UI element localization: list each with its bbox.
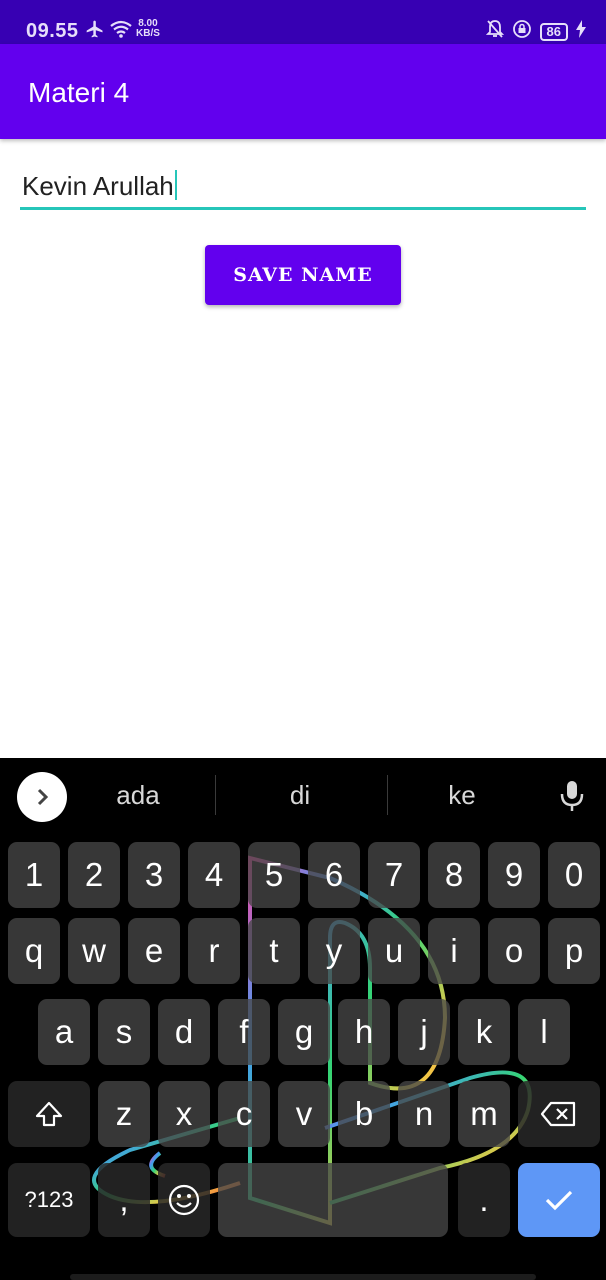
key-z[interactable]: z [98,1081,150,1147]
suggestion-strip: ada di ke [0,758,606,834]
key-p[interactable]: p [548,918,600,984]
key-c[interactable]: c [218,1081,270,1147]
suggestion-divider [215,775,216,815]
period-key[interactable]: . [458,1163,510,1237]
key-t[interactable]: t [248,918,300,984]
emoji-icon [168,1184,200,1216]
key-u[interactable]: u [368,918,420,984]
symbols-key[interactable]: ?123 [8,1163,90,1237]
key-9[interactable]: 9 [488,842,540,908]
key-a[interactable]: a [38,999,90,1065]
suggestion-divider [387,775,388,815]
status-icons: 86 [485,19,586,44]
key-g[interactable]: g [278,999,330,1065]
key-n[interactable]: n [398,1081,450,1147]
key-k[interactable]: k [458,999,510,1065]
battery-icon: 86 [539,22,568,41]
navigation-hint-bar [70,1274,536,1280]
name-input-value: Kevin Arullah [22,171,174,201]
key-3[interactable]: 3 [128,842,180,908]
key-2[interactable]: 2 [68,842,120,908]
name-input[interactable]: Kevin Arullah [20,168,586,210]
key-x[interactable]: x [158,1081,210,1147]
key-1[interactable]: 1 [8,842,60,908]
symbols-key-label: ?123 [24,1187,74,1212]
status-time: 09.55 [26,20,79,42]
soft-keyboard: ada di ke 1 2 3 4 5 6 7 8 9 0 q w e r t … [0,758,606,1280]
key-f[interactable]: f [218,999,270,1065]
key-0[interactable]: 0 [548,842,600,908]
key-6[interactable]: 6 [308,842,360,908]
key-b[interactable]: b [338,1081,390,1147]
key-s[interactable]: s [98,999,150,1065]
toolbar-expand-button[interactable] [17,772,67,822]
app-title: Materi 4 [28,77,130,108]
airplane-icon [85,19,105,44]
key-8[interactable]: 8 [428,842,480,908]
text-cursor [174,170,177,200]
key-l[interactable]: l [518,999,570,1065]
save-name-button[interactable]: SAVE NAME [205,245,401,305]
backspace-icon [540,1101,576,1127]
microphone-icon[interactable] [558,779,586,818]
chevron-right-icon [37,788,49,806]
network-speed-unit: KB/S [136,28,160,39]
key-v[interactable]: v [278,1081,330,1147]
key-i[interactable]: i [428,918,480,984]
charging-icon [576,20,586,43]
backspace-key[interactable] [518,1081,600,1147]
network-speed: 8.00 KB/S [136,19,160,39]
checkmark-icon [545,1190,573,1211]
comma-key-label: , [119,1181,129,1218]
emoji-key[interactable] [158,1163,210,1237]
notifications-off-icon [485,19,504,44]
app-bar: Materi 4 [0,44,606,139]
key-q[interactable]: q [8,918,60,984]
period-key-label: . [479,1181,489,1218]
key-7[interactable]: 7 [368,842,420,908]
key-o[interactable]: o [488,918,540,984]
key-r[interactable]: r [188,918,240,984]
lock-rotation-icon [512,19,532,44]
key-h[interactable]: h [338,999,390,1065]
comma-key[interactable]: , [98,1163,150,1237]
enter-key[interactable] [518,1163,600,1237]
suggestion-3[interactable]: ke [402,780,522,810]
key-5[interactable]: 5 [248,842,300,908]
key-e[interactable]: e [128,918,180,984]
key-y[interactable]: y [308,918,360,984]
shift-key[interactable] [8,1081,90,1147]
key-4[interactable]: 4 [188,842,240,908]
space-key[interactable] [218,1163,448,1237]
shift-icon [35,1101,63,1127]
wifi-icon [109,19,133,44]
suggestion-2[interactable]: di [240,780,360,810]
key-w[interactable]: w [68,918,120,984]
key-d[interactable]: d [158,999,210,1065]
suggestion-1[interactable]: ada [78,780,198,810]
key-j[interactable]: j [398,999,450,1065]
status-bar: 09.55 8.00 KB/S 86 [0,0,606,44]
key-m[interactable]: m [458,1081,510,1147]
